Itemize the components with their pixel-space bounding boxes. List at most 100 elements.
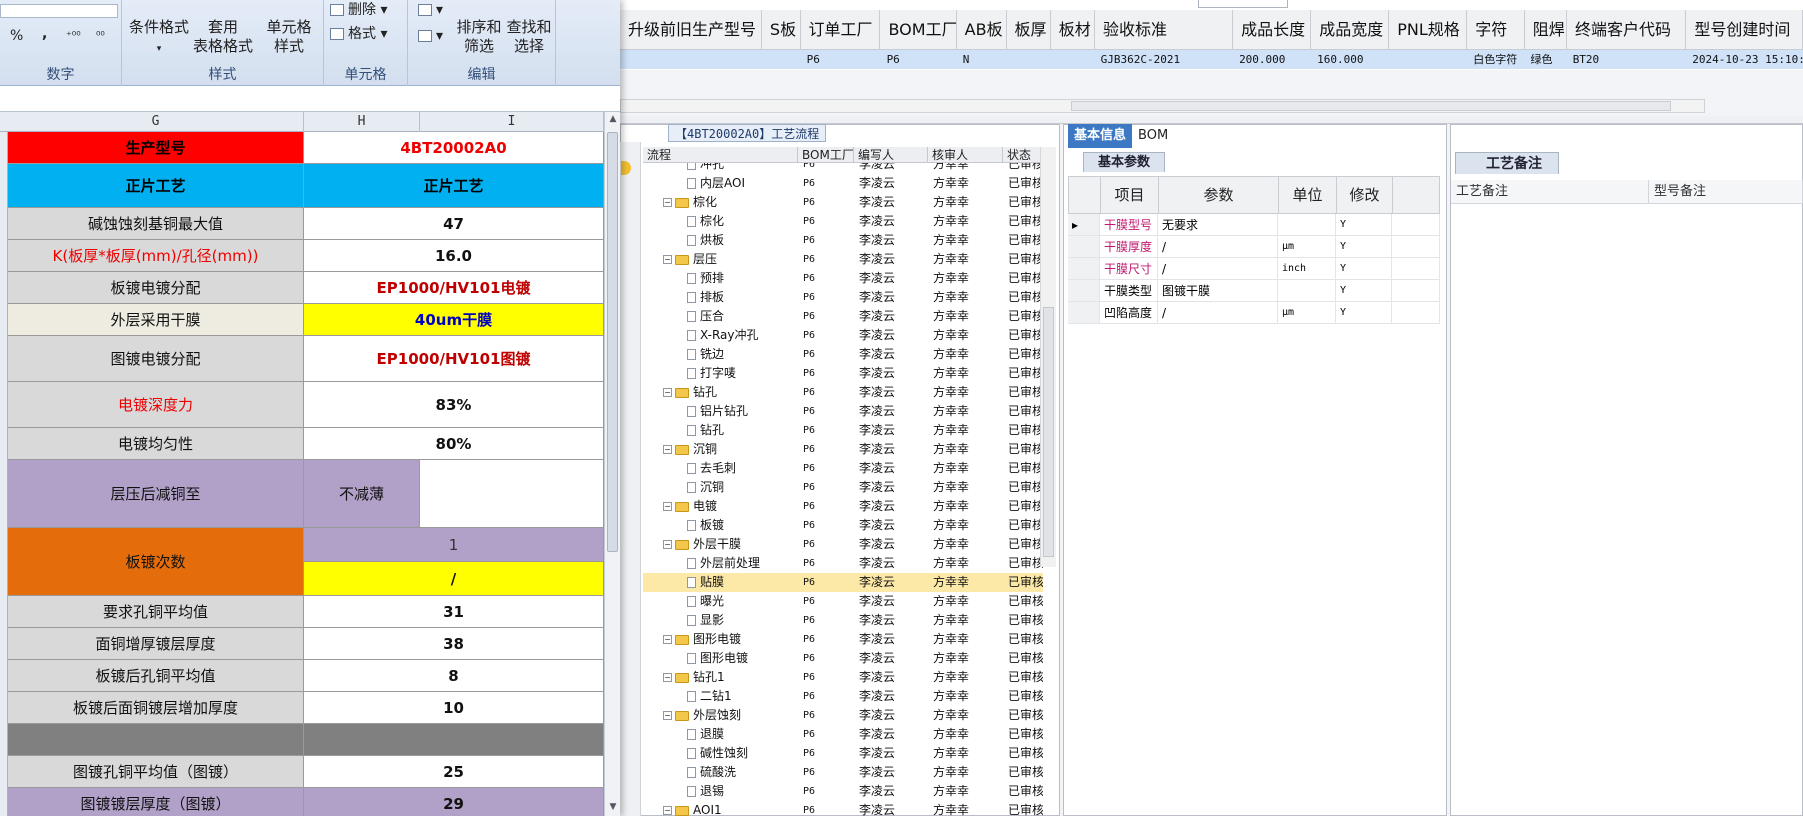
cell-after-surface-value[interactable]: 10 <box>304 692 604 724</box>
flow-tree-row[interactable]: − 沉铜 P6 李凌云 方幸幸 已审核 <box>643 440 1043 459</box>
grid-cell[interactable]: P6 <box>881 50 957 69</box>
collapse-toggle-icon[interactable]: − <box>663 540 672 549</box>
cell-front-process-l[interactable]: 正片工艺 <box>8 164 304 208</box>
format-as-table-button[interactable]: 套用 表格格式 <box>188 18 258 56</box>
params-row[interactable]: ▸ 干膜型号 无要求 Y <box>1068 214 1440 236</box>
cell-throw-label[interactable]: 电镀深度力 <box>8 382 304 428</box>
format-button[interactable]: 格式 ▾ <box>330 24 387 44</box>
flow-tree-row[interactable]: − 钻孔 P6 李凌云 方幸幸 已审核 <box>643 383 1043 402</box>
cell-after-surface-label[interactable]: 板镀后面铜镀层增加厚度 <box>8 692 304 724</box>
param-value[interactable]: 图镀干膜 <box>1158 280 1278 301</box>
cell-k-label[interactable]: K(板厚*板厚(mm)/孔径(mm)) <box>8 240 304 272</box>
column-g-header[interactable]: G <box>8 112 304 132</box>
grid-cell[interactable]: N <box>957 50 1007 69</box>
conditional-format-button[interactable]: 条件格式 ▾ <box>126 18 192 59</box>
remark-column-header[interactable]: 工艺备注 <box>1451 180 1649 203</box>
param-value[interactable]: / <box>1158 302 1278 323</box>
grid-column-header[interactable]: 终端客户代码 <box>1567 10 1687 50</box>
flow-tree-row[interactable]: − 层压 P6 李凌云 方幸幸 已审核 <box>643 250 1043 269</box>
cell-uniform-label[interactable]: 电镀均匀性 <box>8 428 304 460</box>
grid-column-header[interactable]: 订单工厂 <box>801 10 881 50</box>
collapse-toggle-icon[interactable]: − <box>663 198 672 207</box>
flow-tree-row[interactable]: − 棕化 P6 李凌云 方幸幸 已审核 <box>643 193 1043 212</box>
flow-column-header[interactable]: 编写人 <box>854 147 928 162</box>
flow-column-header[interactable]: 流程 <box>643 147 798 162</box>
flow-tree-row[interactable]: 沉铜 P6 李凌云 方幸幸 已审核 <box>643 478 1043 497</box>
cell-model-value[interactable]: 4BT20002A0 <box>304 132 604 164</box>
flow-tree-row[interactable]: 内层AOI P6 李凌云 方幸幸 已审核 <box>643 174 1043 193</box>
flow-tree-row[interactable]: 烘板 P6 李凌云 方幸幸 已审核 <box>643 231 1043 250</box>
scroll-thumb[interactable] <box>1071 101 1671 111</box>
flow-tree-row[interactable]: 预排 P6 李凌云 方幸幸 已审核 <box>643 269 1043 288</box>
grid-cell[interactable] <box>1006 50 1050 69</box>
params-column-header[interactable]: 修改 <box>1337 177 1393 213</box>
flow-tree-row[interactable]: 冲孔 P6 李凌云 方幸幸 已审核 <box>643 163 1043 174</box>
flow-column-header[interactable]: 核审人 <box>928 147 1003 162</box>
scroll-up-icon[interactable]: ▲ <box>605 114 621 126</box>
cell-plating-times-label[interactable]: 板镀次数 <box>8 528 304 596</box>
params-row[interactable]: 凹陷高度 / μm Y <box>1068 302 1440 324</box>
cell-pattern-thick-value[interactable]: 29 <box>304 788 604 816</box>
flow-tree-row[interactable]: 图形电镀 P6 李凌云 方幸幸 已审核 <box>643 649 1043 668</box>
flow-tree-row[interactable]: − 图形电镀 P6 李凌云 方幸幸 已审核 <box>643 630 1043 649</box>
flow-tree-row[interactable]: 曝光 P6 李凌云 方幸幸 已审核 <box>643 592 1043 611</box>
grid-cell[interactable]: 白色字符 <box>1467 50 1524 69</box>
comma-button[interactable]: , <box>42 24 47 44</box>
cell-etch-max-value[interactable]: 47 <box>304 208 604 240</box>
sheet-vertical-scrollbar[interactable]: ▲ ▼ <box>604 112 620 816</box>
params-column-header[interactable]: 参数 <box>1159 177 1279 213</box>
flow-tree-row[interactable]: 钻孔 P6 李凌云 方幸幸 已审核 <box>643 421 1043 440</box>
collapse-toggle-icon[interactable]: − <box>663 502 672 511</box>
flow-tree-row[interactable]: 贴膜 P6 李凌云 方幸幸 已审核 <box>643 573 1043 592</box>
flow-tree-row[interactable]: 碱性蚀刻 P6 李凌云 方幸幸 已审核 <box>643 744 1043 763</box>
tab-basic-info[interactable]: 基本信息 <box>1068 124 1133 148</box>
grid-cell[interactable]: BT20 <box>1567 50 1687 69</box>
param-value[interactable]: 无要求 <box>1158 214 1278 235</box>
tab-craft-remark[interactable]: 工艺备注 <box>1455 152 1559 174</box>
grid-column-header[interactable]: 板材 <box>1051 10 1095 50</box>
model-grid-selected-row[interactable]: P6 P6 N GJB362C-2021 200.000 160.000 白色字符 绿色 BT2… <box>620 50 1803 69</box>
increase-decimal-button[interactable]: ⁺⁰⁰ <box>66 26 81 46</box>
cell-hole-avg-value[interactable]: 31 <box>304 596 604 628</box>
collapse-toggle-icon[interactable]: − <box>663 388 672 397</box>
grid-cell[interactable] <box>762 50 800 69</box>
sort-filter-button[interactable]: 排序和 筛选 <box>454 18 504 56</box>
column-h-header[interactable]: H <box>304 112 420 132</box>
tab-basic-params[interactable]: 基本参数 <box>1083 152 1166 172</box>
panel-splitter[interactable] <box>620 116 1803 124</box>
grid-cell[interactable]: 160.000 <box>1311 50 1389 69</box>
cell-surface-value[interactable]: 38 <box>304 628 604 660</box>
flow-tree-row[interactable]: 显影 P6 李凌云 方幸幸 已审核 <box>643 611 1043 630</box>
flow-tree-row[interactable]: 铣边 P6 李凌云 方幸幸 已审核 <box>643 345 1043 364</box>
params-row[interactable]: 干膜厚度 / μm Y <box>1068 236 1440 258</box>
cell-after-hole-label[interactable]: 板镀后孔铜平均值 <box>8 660 304 692</box>
cell-surface-label[interactable]: 面铜增厚镀层厚度 <box>8 628 304 660</box>
params-column-header[interactable]: 项目 <box>1101 177 1159 213</box>
params-row[interactable]: 干膜尺寸 / inch Y <box>1068 258 1440 280</box>
cell-plating-times-1[interactable]: 1 <box>304 528 604 562</box>
flow-tree-row[interactable]: − 钻孔1 P6 李凌云 方幸幸 已审核 <box>643 668 1043 687</box>
flow-tree-row[interactable]: 退膜 P6 李凌云 方幸幸 已审核 <box>643 725 1043 744</box>
flow-tree-row[interactable]: − 电镀 P6 李凌云 方幸幸 已审核 <box>643 497 1043 516</box>
collapse-toggle-icon[interactable]: − <box>663 635 672 644</box>
remark-column-header[interactable]: 型号备注 <box>1649 180 1803 203</box>
cell-model-label[interactable]: 生产型号 <box>8 132 304 164</box>
grid-column-header[interactable]: 型号创建时间 <box>1686 10 1803 50</box>
cell-k-value[interactable]: 16.0 <box>304 240 604 272</box>
flow-tree-row[interactable]: 板镀 P6 李凌云 方幸幸 已审核 <box>643 516 1043 535</box>
grid-column-header[interactable]: 升级前旧生产型号 <box>620 10 762 50</box>
grid-cell[interactable]: 200.000 <box>1233 50 1311 69</box>
grid-column-header[interactable]: 成品长度 <box>1233 10 1312 50</box>
flow-tree-row[interactable]: X-Ray冲孔 P6 李凌云 方幸幸 已审核 <box>643 326 1043 345</box>
cell-outer-film-value[interactable]: 40um干膜 <box>304 304 604 336</box>
cell-etch-max-label[interactable]: 碱蚀蚀刻基铜最大值 <box>8 208 304 240</box>
cell-pattern-plating-value[interactable]: EP1000/HV101图镀 <box>304 336 604 382</box>
flow-tree-row[interactable]: − 外层蚀刻 P6 李凌云 方幸幸 已审核 <box>643 706 1043 725</box>
flow-tree-row[interactable]: 硫酸洗 P6 李凌云 方幸幸 已审核 <box>643 763 1043 782</box>
cell-throw-value[interactable]: 83% <box>304 382 604 428</box>
empty-cell[interactable] <box>420 460 604 528</box>
grid-column-header[interactable]: 阻焊 <box>1525 10 1568 50</box>
flow-column-header[interactable]: BOM工厂 <box>798 147 854 162</box>
grid-column-header[interactable]: AB板 <box>957 10 1007 50</box>
scroll-down-icon[interactable]: ▼ <box>605 802 621 814</box>
